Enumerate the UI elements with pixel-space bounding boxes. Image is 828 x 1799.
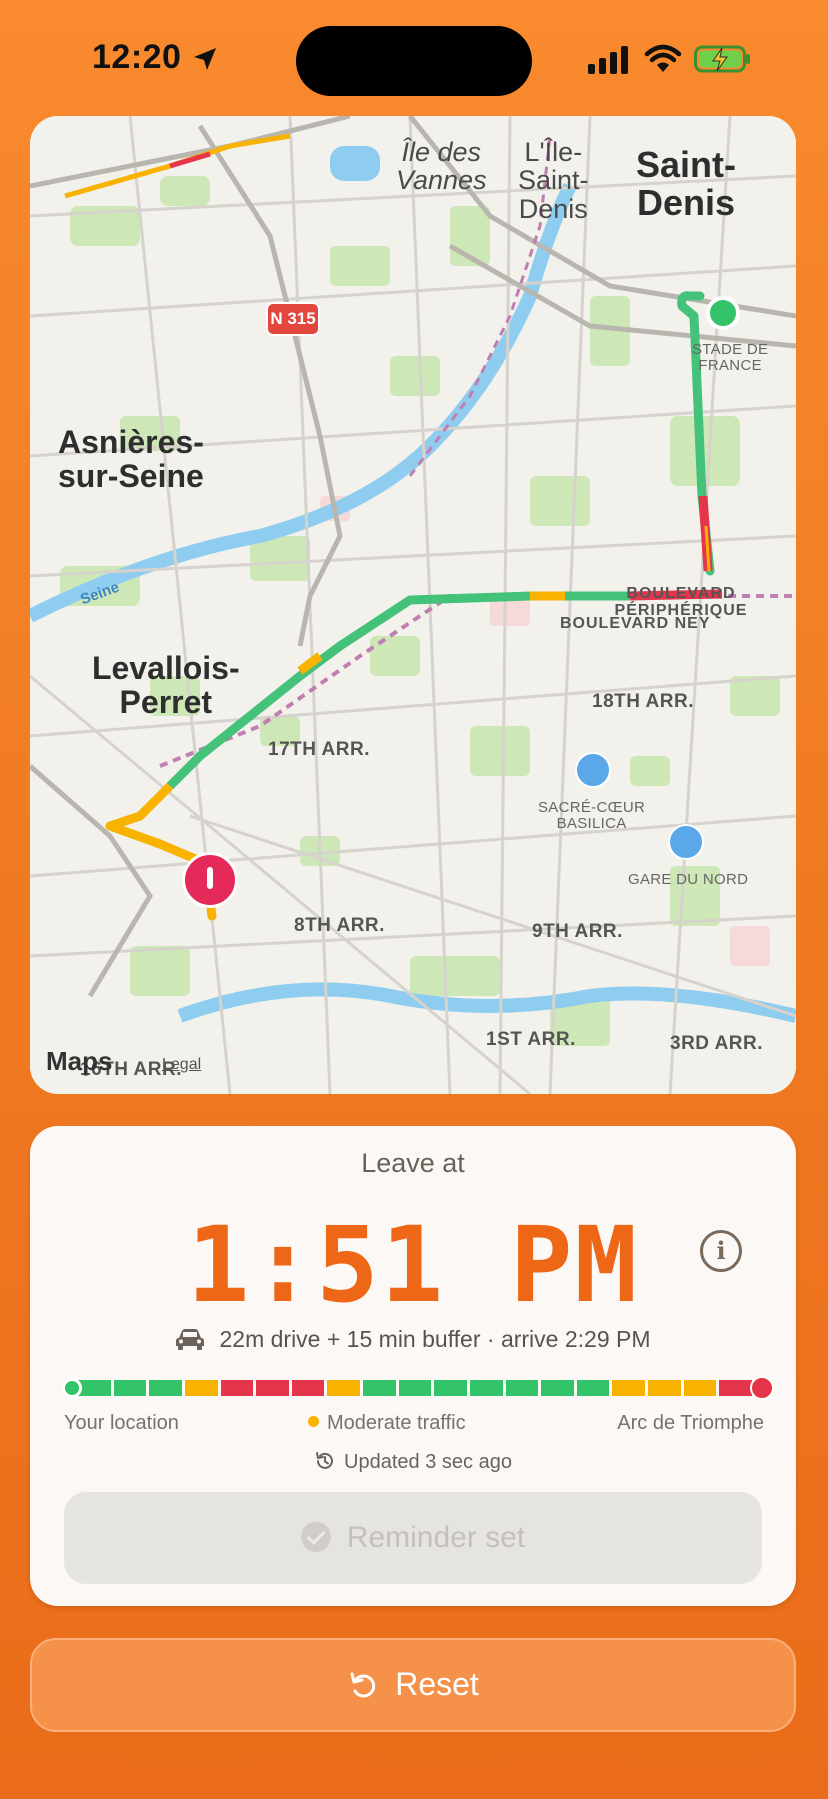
history-icon [316,1452,334,1469]
dynamic-island [296,26,532,96]
drive-summary-text: 22m drive + 15 min buffer · arrive 2:29 … [219,1326,651,1352]
destination-label: Arc de Triomphe [617,1412,764,1434]
traffic-segment [469,1380,503,1396]
map-label-9th-arr: 9TH ARR. [532,921,623,942]
origin-label: Your location [64,1412,179,1434]
reminder-label: Reminder set [346,1521,526,1554]
traffic-segment [576,1380,610,1396]
map-label-asnieres: Asnières-sur-Seine [58,424,204,494]
traffic-segment [719,1380,752,1396]
map-label-3rd-arr: 3RD ARR. [670,1033,764,1054]
map-label-gare-du-nord: GARE DU NORD [628,871,749,888]
reminder-set-button[interactable]: Reminder set [64,1492,762,1584]
traffic-status: Moderate traffic [308,1412,466,1435]
traffic-status-dot [308,1416,319,1427]
wifi-icon [644,44,682,72]
map-label-sacre-coeur: SACRÉ-CŒUR BASILICA [538,799,646,832]
traffic-segment [505,1380,539,1396]
traffic-segment [291,1380,325,1396]
destination-pin-icon[interactable] [182,852,238,908]
sacre-coeur-icon[interactable] [575,752,611,788]
leave-time: 1:51 PM [186,1204,640,1326]
traffic-segment [612,1380,646,1396]
apple-maps-logo: Maps [46,1046,112,1077]
location-arrow-icon [194,48,216,70]
battery-charging-icon [694,45,750,73]
traffic-segment [256,1380,289,1396]
updated-text: Updated 3 sec ago [344,1451,512,1473]
traffic-bar-start-dot [62,1378,82,1398]
drive-summary-row: 22m drive + 15 min buffer · arrive 2:29 … [30,1326,796,1353]
map-label-boulevard-ney: BOULEVARD NEY [560,615,711,632]
traffic-segment [220,1380,254,1396]
traffic-segment [398,1380,432,1396]
traffic-bar [62,1376,774,1400]
route-start-marker[interactable] [706,296,740,330]
reset-icon [350,1672,376,1698]
checkmark-circle-icon [300,1522,331,1552]
traffic-status-label: Moderate traffic [327,1412,466,1434]
map-label-8th-arr: 8TH ARR. [294,915,385,936]
traffic-segment [434,1380,467,1396]
road-shield-n315: N 315 [266,302,320,336]
map-label-18th-arr: 18TH ARR. [592,691,694,712]
map-label-ile-des-vannes: Île des Vannes [396,137,487,196]
traffic-segment [541,1380,574,1396]
updated-row: Updated 3 sec ago [30,1450,796,1474]
traffic-segment [327,1380,361,1396]
traffic-segment [149,1380,182,1396]
map-label-1st-arr: 1ST ARR. [486,1029,576,1050]
traffic-segment [113,1380,147,1396]
traffic-segment [78,1380,111,1396]
leave-at-label: Leave at [361,1148,465,1178]
cellular-signal-icon [588,46,628,74]
reset-label: Reset [395,1666,479,1702]
status-bar: 12:20 [0,0,828,120]
traffic-segment [648,1380,681,1396]
departure-card: Leave at 1:51 PM i 22m drive + 15 min bu… [30,1126,796,1606]
route-map[interactable]: Île des Vannes L'Île- Saint- Denis Saint- De… [30,116,796,1094]
traffic-segment [184,1380,218,1396]
gare-du-nord-icon[interactable] [668,824,704,860]
map-label-saint-denis: Saint- Denis [636,144,737,223]
map-label-levallois-perret: Levallois- Perret [92,650,240,720]
map-label-ile-saint-denis: L'Île- Saint- Denis [518,137,589,224]
map-label-stade-de-france: STADE DE FRANCE [692,341,769,374]
legal-link[interactable]: Legal [162,1056,201,1074]
map-label-17th-arr: 17TH ARR. [268,739,370,760]
traffic-segment [363,1380,396,1396]
traffic-segment [683,1380,717,1396]
status-time: 12:20 [92,38,182,76]
car-icon [176,1329,205,1350]
maps-attribution: Maps [46,1046,113,1076]
traffic-bar-destination-pin-icon [750,1376,774,1400]
reset-button[interactable]: Reset [30,1638,796,1732]
info-icon[interactable]: i [700,1230,742,1272]
